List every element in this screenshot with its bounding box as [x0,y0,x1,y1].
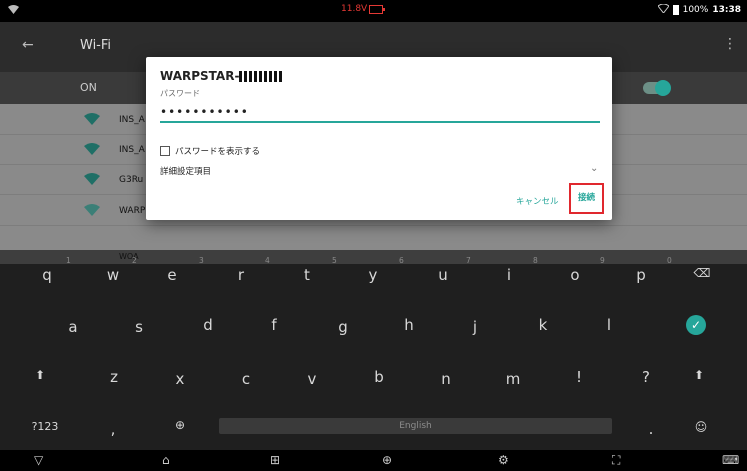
nav-back-icon[interactable]: ▽ [34,453,43,467]
clock: 13:38 [712,5,741,15]
wifi-status-icon [656,3,670,16]
wifi-signal-icon [84,204,100,216]
key-question[interactable]: ? [636,368,656,386]
key-l[interactable]: l [599,316,619,334]
key-hint: 9 [600,256,605,265]
battery-percent: 100% [682,5,709,15]
key-n[interactable]: n [436,370,456,388]
emoji-icon[interactable]: ☺ [692,420,710,434]
key-w[interactable]: w [103,266,123,284]
key-x[interactable]: x [170,370,190,388]
nav-browser-icon[interactable]: ⊕ [382,453,392,467]
wifi-signal-icon [84,173,100,185]
key-exclamation[interactable]: ! [569,368,589,386]
network-name: WARP [119,206,146,216]
key-s[interactable]: s [129,318,149,336]
key-b[interactable]: b [369,368,389,386]
password-input[interactable]: ••••••••••• [160,105,600,123]
password-label: パスワード [160,89,200,98]
key-z[interactable]: z [104,368,124,386]
nav-home-icon[interactable]: ⌂ [162,453,170,467]
key-m[interactable]: m [503,370,523,388]
key-o[interactable]: o [565,266,585,284]
key-y[interactable]: y [363,266,383,284]
wifi-toggle-label: ON [80,81,97,94]
nav-screenshot-icon[interactable]: ⛶ [612,453,620,468]
voltage-value: 11.8V [341,4,368,14]
key-hint: 7 [466,256,471,265]
key-a[interactable]: a [63,318,83,336]
page-title: Wi-Fi [80,38,112,53]
voltage-indicator: 11.8V [341,4,386,14]
enter-check-icon[interactable]: ✓ [686,315,706,335]
wifi-connect-dialog: WARPSTAR- パスワード ••••••••••• パスワードを表示する 詳… [146,57,612,220]
shift-icon[interactable]: ⬆ [32,368,48,382]
navigation-bar: ▽ ⌂ ⊞ ⊕ ⚙ ⛶ ⌨ [0,450,747,471]
battery-icon [672,5,679,15]
status-right: 100% 13:38 [656,3,741,16]
nav-recents-icon[interactable]: ⊞ [270,453,280,467]
nav-settings-icon[interactable]: ⚙ [498,453,509,467]
more-options-icon[interactable]: ⋮ [723,36,737,52]
status-bar: 11.8V 100% 13:38 [0,0,747,22]
shift-right-icon[interactable]: ⬆ [691,368,707,382]
key-hint: 6 [399,256,404,265]
network-name: INS_A [119,115,145,125]
key-r[interactable]: r [231,266,251,284]
key-hint: 4 [265,256,270,265]
chevron-down-icon[interactable]: ⌄ [590,163,598,174]
key-v[interactable]: v [302,370,322,388]
ssid-name: WARPSTAR- [160,69,240,83]
key-f[interactable]: f [264,316,284,334]
key-hint: 1 [66,256,71,265]
key-d[interactable]: d [198,316,218,334]
network-name: INS_A [119,145,145,155]
backspace-icon[interactable]: ⌫ [692,266,712,280]
key-h[interactable]: h [399,316,419,334]
key-j[interactable]: j [465,318,485,336]
show-password-checkbox[interactable]: パスワードを表示する [160,145,260,157]
space-bar[interactable]: English [219,418,612,434]
key-k[interactable]: k [533,316,553,334]
symbols-key[interactable]: ?123 [25,420,65,433]
key-hint: 5 [332,256,337,265]
dialog-title: WARPSTAR- [160,69,284,83]
android-screen: 11.8V 100% 13:38 ← Wi-Fi ⋮ ON INS_A INS_… [0,0,747,471]
connect-button[interactable]: 接続 [569,183,604,214]
key-p[interactable]: p [631,266,651,284]
show-password-label: パスワードを表示する [175,147,261,157]
car-battery-icon [369,4,386,14]
advanced-options[interactable]: 詳細設定項目 [160,165,211,177]
redacted-ssid [239,71,284,82]
key-hint: 3 [199,256,204,265]
globe-icon[interactable]: ⊕ [170,418,190,432]
key-t[interactable]: t [297,266,317,284]
checkbox-icon[interactable] [160,146,170,156]
cancel-button[interactable]: キャンセル [516,195,559,207]
key-c[interactable]: c [236,370,256,388]
back-arrow-icon[interactable]: ← [22,37,34,53]
key-u[interactable]: u [433,266,453,284]
key-period[interactable]: . [644,420,658,438]
key-q[interactable]: q [37,266,57,284]
wifi-signal-icon [84,143,100,155]
key-g[interactable]: g [333,318,353,336]
wifi-signal-icon [84,113,100,125]
nav-keyboard-icon[interactable]: ⌨ [722,453,739,467]
wifi-signal-icon [8,5,19,17]
wifi-toggle-switch[interactable] [643,80,671,96]
key-e[interactable]: e [162,266,182,284]
key-hint: 2 [132,256,137,265]
network-name: G3Ru [119,175,144,185]
key-comma[interactable]: , [106,420,120,438]
key-i[interactable]: i [499,266,519,284]
key-hint: 0 [667,256,672,265]
network-item-partial[interactable]: WOA [0,250,747,264]
key-hint: 8 [533,256,538,265]
